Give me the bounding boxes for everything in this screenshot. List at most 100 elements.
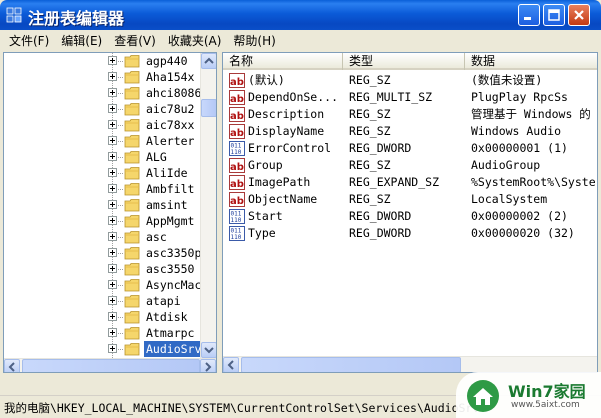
scroll-right-button[interactable] bbox=[200, 359, 216, 372]
list-hscroll-thumb[interactable] bbox=[241, 357, 461, 372]
expand-plus-icon[interactable] bbox=[108, 184, 117, 193]
tree-item-label: aic78u2 bbox=[146, 102, 195, 116]
expand-plus-icon[interactable] bbox=[108, 136, 117, 145]
tree-item[interactable]: asc3350p bbox=[4, 245, 204, 261]
tree-item[interactable]: asc bbox=[4, 229, 204, 245]
arrow-right-icon bbox=[205, 362, 212, 372]
list-horizontal-scrollbar[interactable] bbox=[223, 356, 597, 372]
column-header-data[interactable]: 数据 bbox=[465, 53, 597, 70]
binary-value-icon: 011110 bbox=[229, 141, 245, 156]
tree-item[interactable]: agp440 bbox=[4, 53, 204, 69]
svg-text:ab: ab bbox=[230, 128, 244, 139]
expand-plus-icon[interactable] bbox=[108, 120, 117, 129]
title-bar[interactable]: 注册表编辑器 bbox=[0, 0, 601, 30]
tree-item-label: aic78xx bbox=[146, 118, 195, 132]
expand-plus-icon[interactable] bbox=[108, 88, 117, 97]
value-data: 0x00000001 (1) bbox=[471, 141, 568, 155]
maximize-button[interactable] bbox=[543, 4, 565, 26]
expand-plus-icon[interactable] bbox=[108, 248, 117, 257]
expand-plus-icon[interactable] bbox=[108, 168, 117, 177]
tree-item[interactable]: Atmarpc bbox=[4, 325, 204, 341]
tree-item-label: Atmarpc bbox=[146, 326, 195, 340]
menu-favorites[interactable]: 收藏夹(A) bbox=[162, 32, 228, 49]
tree-item[interactable]: AppMgmt bbox=[4, 213, 204, 229]
table-row[interactable]: ab DependOnSe... REG_MULTI_SZ PlugPlay RpcS… bbox=[223, 89, 597, 106]
table-row[interactable]: 011 110 Start REG_DWORD 0x00000002 (2) bbox=[223, 208, 597, 225]
tree-item[interactable]: AudioSrv bbox=[4, 341, 204, 357]
expand-plus-icon[interactable] bbox=[108, 72, 117, 81]
value-data: PlugPlay RpcSs bbox=[471, 90, 568, 104]
expand-plus-icon[interactable] bbox=[108, 280, 117, 289]
tree-item[interactable]: amsint bbox=[4, 197, 204, 213]
scroll-down-button[interactable] bbox=[201, 342, 216, 358]
tree-item[interactable]: Ambfilt bbox=[4, 181, 204, 197]
tree-vertical-scrollbar[interactable] bbox=[200, 53, 216, 358]
list-scroll-left-button[interactable] bbox=[223, 357, 239, 372]
table-row[interactable]: ab ImagePath REG_EXPAND_SZ %SystemRoot%\Sys… bbox=[223, 174, 597, 191]
tree-item[interactable]: Alerter bbox=[4, 133, 204, 149]
value-data: LocalSystem bbox=[471, 192, 548, 206]
menu-file[interactable]: 文件(F) bbox=[3, 32, 55, 49]
watermark: Win7家园 www.5aixt.com bbox=[456, 372, 601, 418]
list-header: 名称 类型 数据 bbox=[223, 53, 597, 70]
svg-text:ab: ab bbox=[230, 77, 244, 88]
tree-scroll-thumb[interactable] bbox=[201, 99, 216, 117]
folder-icon bbox=[124, 183, 140, 196]
string-value-icon: ab bbox=[229, 107, 245, 122]
expand-plus-icon[interactable] bbox=[108, 328, 117, 337]
table-row[interactable]: ab ObjectName REG_SZ LocalSystem bbox=[223, 191, 597, 208]
value-name: ObjectName bbox=[248, 192, 318, 206]
folder-icon bbox=[124, 279, 140, 292]
table-row[interactable]: ab DisplayName REG_SZ Windows Audio bbox=[223, 123, 597, 140]
tree-item[interactable]: Aha154x bbox=[4, 69, 204, 85]
table-row[interactable]: 011 110 ErrorControl REG_DWORD 0x00000001 (1… bbox=[223, 140, 597, 157]
svg-text:110: 110 bbox=[231, 217, 242, 224]
tree-item[interactable]: AsyncMac bbox=[4, 277, 204, 293]
menu-view[interactable]: 查看(V) bbox=[108, 32, 162, 49]
tree-item[interactable]: AliIde bbox=[4, 165, 204, 181]
expand-plus-icon[interactable] bbox=[108, 56, 117, 65]
expand-plus-icon[interactable] bbox=[108, 312, 117, 321]
folder-icon bbox=[124, 55, 140, 68]
tree-hscroll-thumb[interactable] bbox=[22, 359, 200, 372]
tree-horizontal-scrollbar[interactable] bbox=[4, 358, 216, 372]
tree-item[interactable]: ALG bbox=[4, 149, 204, 165]
table-row[interactable]: ab Description REG_SZ 管理基于 Windows 的 bbox=[223, 106, 597, 123]
registry-tree[interactable]: agp440 Aha154x ahci8086 aic78u2 aic78xx Alert… bbox=[3, 52, 217, 373]
tree-item[interactable]: asc3550 bbox=[4, 261, 204, 277]
value-name: (默认) bbox=[248, 73, 285, 87]
close-button[interactable] bbox=[568, 4, 590, 26]
table-row[interactable]: ab Group REG_SZ AudioGroup bbox=[223, 157, 597, 174]
tree-item[interactable]: aic78xx bbox=[4, 117, 204, 133]
tree-item[interactable]: aic78u2 bbox=[4, 101, 204, 117]
expand-plus-icon[interactable] bbox=[108, 232, 117, 241]
tree-item[interactable]: Atdisk bbox=[4, 309, 204, 325]
tree-item[interactable]: atapi bbox=[4, 293, 204, 309]
values-list[interactable]: 名称 类型 数据 ab (默认) REG_SZ (数值未设置) ab DependOnSe… bbox=[222, 52, 598, 373]
value-data: (数值未设置) bbox=[471, 73, 543, 87]
tree-item[interactable]: ahci8086 bbox=[4, 85, 204, 101]
menu-help[interactable]: 帮助(H) bbox=[227, 32, 281, 49]
folder-icon bbox=[124, 263, 140, 276]
expand-plus-icon[interactable] bbox=[108, 264, 117, 273]
menu-edit[interactable]: 编辑(E) bbox=[55, 32, 108, 49]
expand-plus-icon[interactable] bbox=[108, 344, 117, 353]
table-row[interactable]: 011 110 Type REG_DWORD 0x00000020 (32) bbox=[223, 225, 597, 242]
svg-text:110: 110 bbox=[231, 149, 242, 156]
tree-item-label: asc3350p bbox=[146, 246, 202, 260]
expand-plus-icon[interactable] bbox=[108, 216, 117, 225]
table-row[interactable]: ab (默认) REG_SZ (数值未设置) bbox=[223, 72, 597, 89]
expand-plus-icon[interactable] bbox=[108, 296, 117, 305]
tree-item-label: agp440 bbox=[146, 54, 188, 68]
expand-plus-icon[interactable] bbox=[108, 200, 117, 209]
minimize-button[interactable] bbox=[518, 4, 540, 26]
folder-icon bbox=[124, 327, 140, 340]
column-header-type[interactable]: 类型 bbox=[343, 53, 465, 70]
scroll-left-button[interactable] bbox=[4, 359, 20, 372]
expand-plus-icon[interactable] bbox=[108, 152, 117, 161]
value-name: Description bbox=[248, 107, 325, 121]
column-header-name[interactable]: 名称 bbox=[223, 53, 343, 70]
folder-icon bbox=[124, 135, 140, 148]
expand-plus-icon[interactable] bbox=[108, 104, 117, 113]
scroll-up-button[interactable] bbox=[201, 53, 216, 69]
